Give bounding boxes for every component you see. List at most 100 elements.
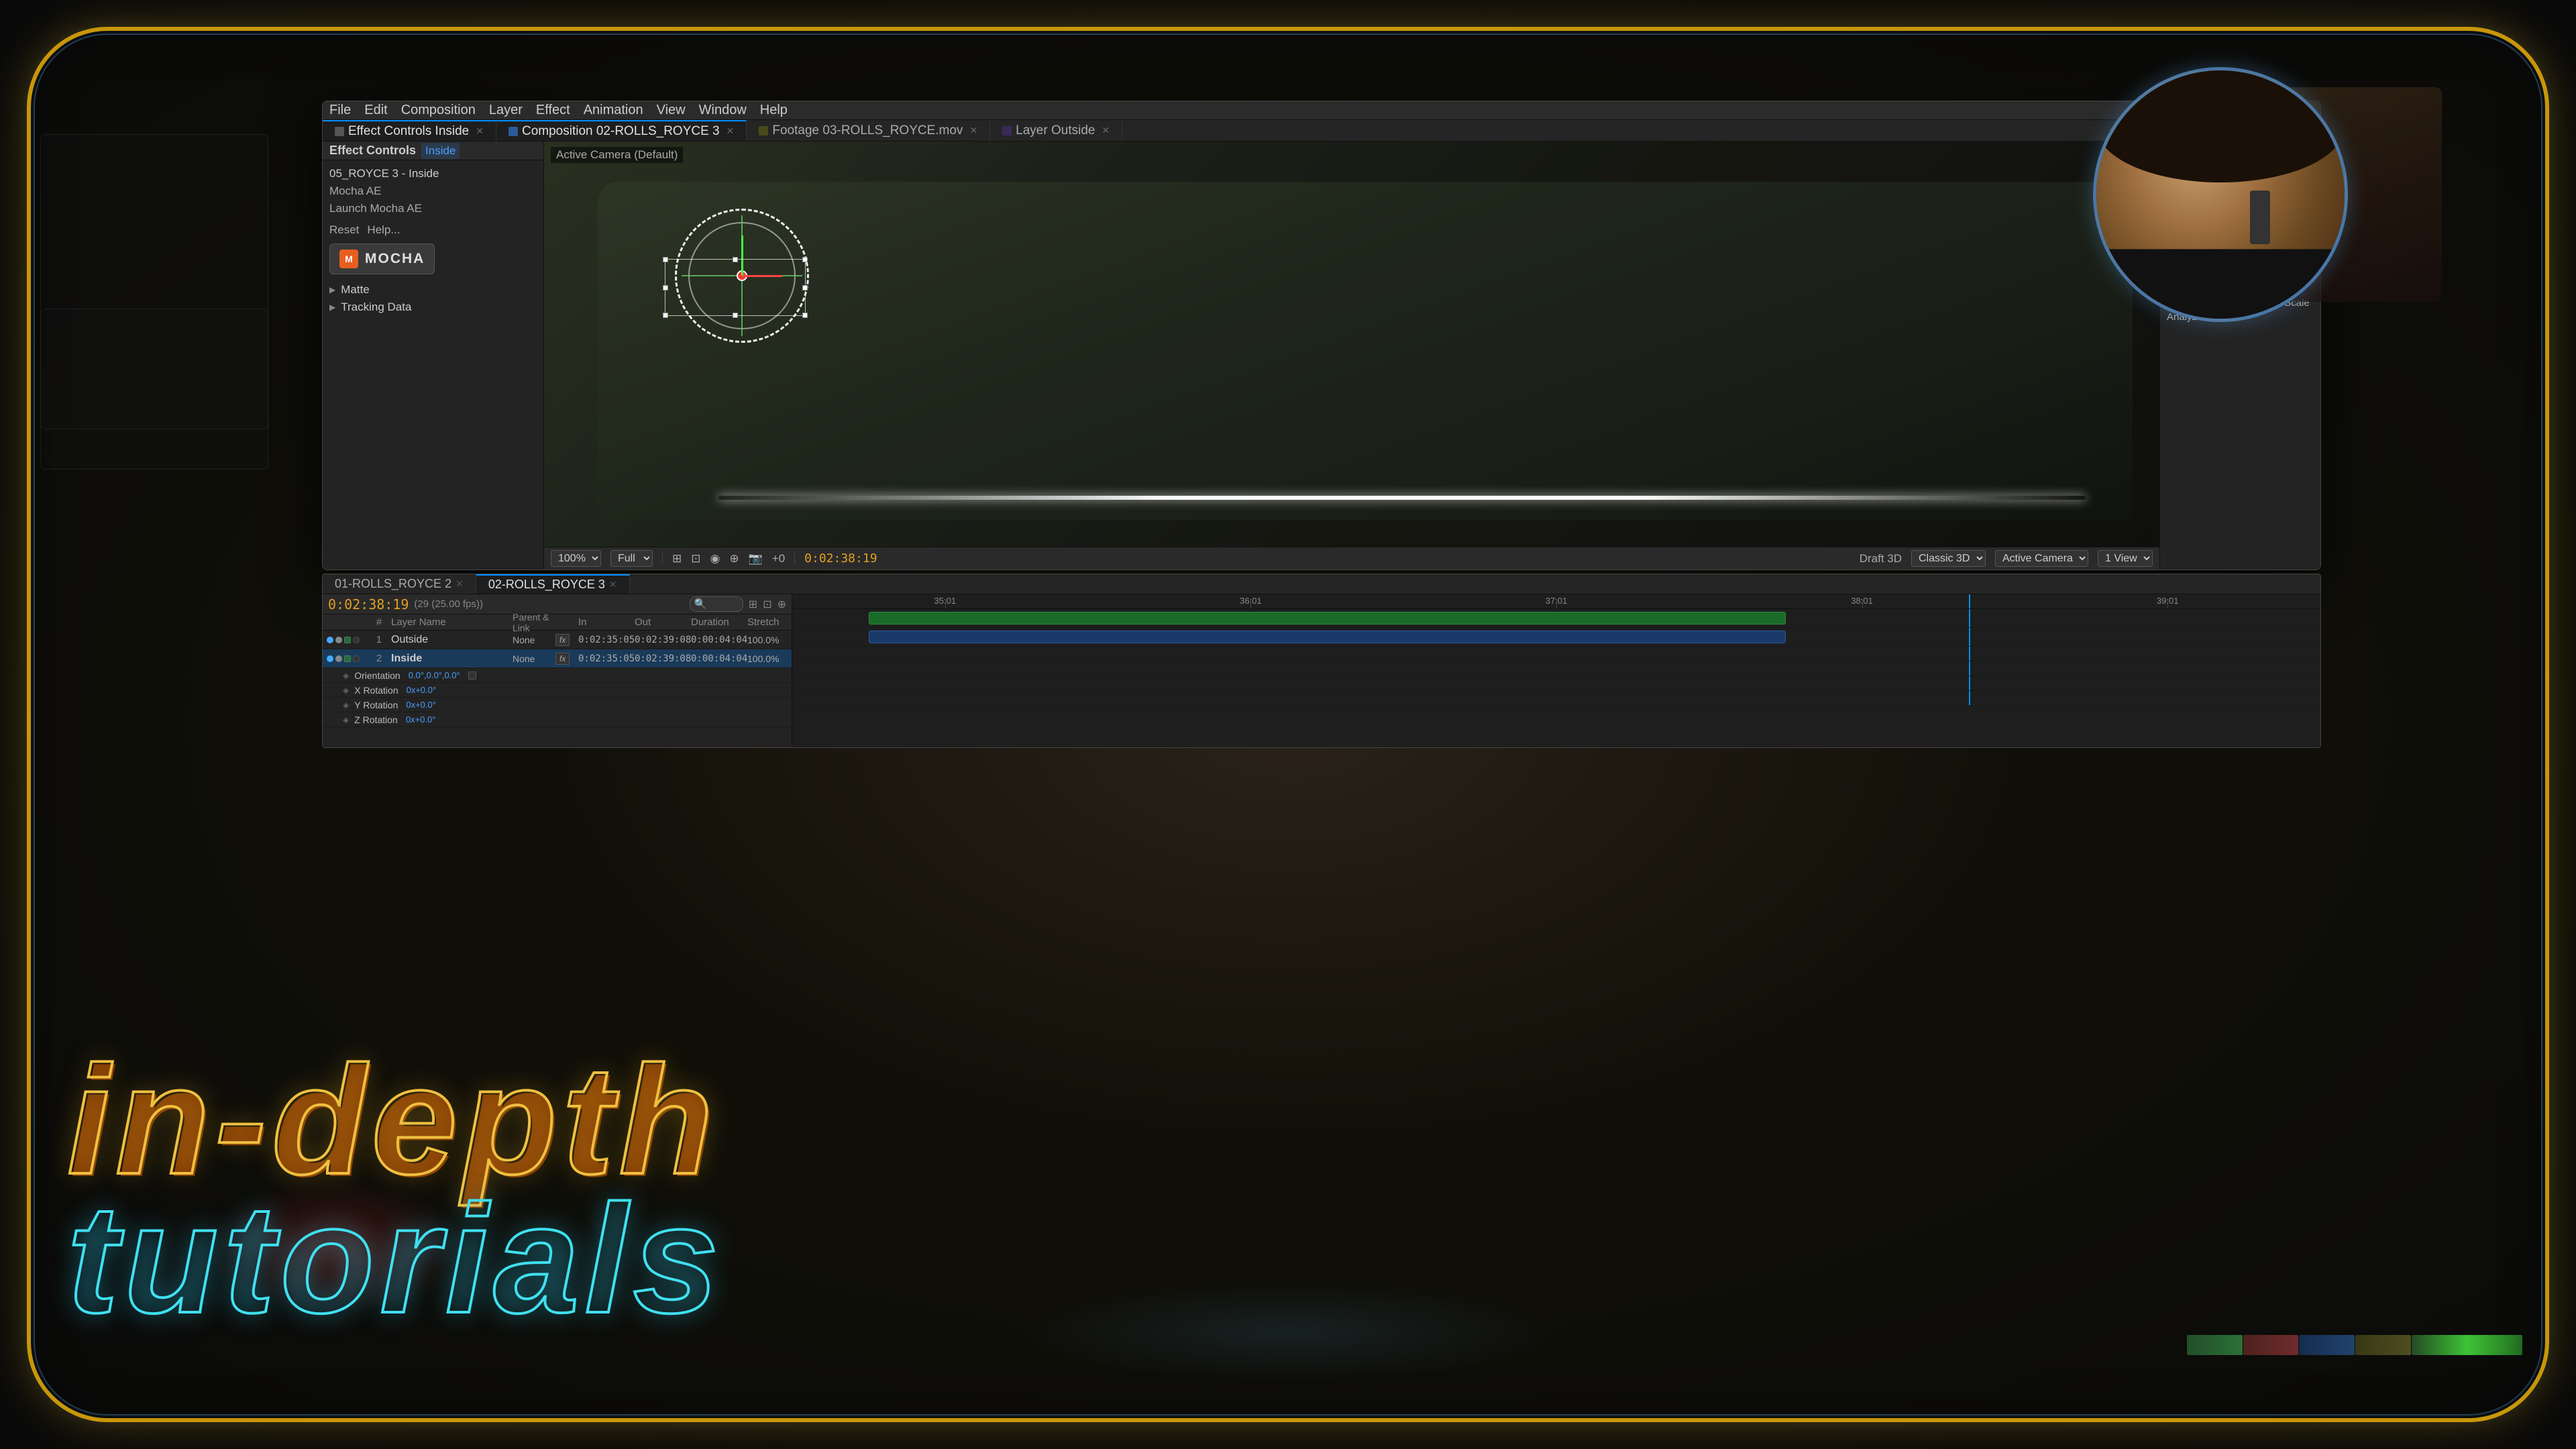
matte-label: Matte — [341, 283, 370, 297]
tab-footage-close[interactable]: ✕ — [969, 125, 977, 136]
layer-parent-1[interactable]: None — [513, 635, 553, 645]
3d-icon-1[interactable] — [344, 637, 351, 643]
timeline-tab-2[interactable]: 02-ROLLS_ROYCE 3 ✕ — [476, 574, 630, 594]
tab-comp-close[interactable]: ✕ — [727, 125, 735, 137]
menu-effect[interactable]: Effect — [536, 103, 570, 118]
matte-arrow: ▶ — [329, 285, 335, 294]
xrot-value[interactable]: 0x+0.0° — [407, 685, 437, 695]
bar-icon-1[interactable]: ⊞ — [672, 552, 682, 566]
menu-window[interactable]: Window — [699, 103, 747, 118]
zoom-select[interactable]: 100% 50% 200% — [551, 550, 601, 567]
menu-composition[interactable]: Composition — [401, 103, 476, 118]
effect-panel-header: Effect Controls Inside — [323, 142, 543, 160]
toolbar-btn-3[interactable]: ⊕ — [777, 598, 786, 611]
layer-search-input[interactable] — [690, 596, 743, 612]
menu-help[interactable]: Help — [760, 103, 788, 118]
layer-row-inside[interactable]: 2 Inside None fx 0:02:35:05 0:02:39:08 0… — [323, 649, 792, 668]
layer-name-row: 05_ROYCE 3 - Inside — [329, 167, 537, 180]
comp-viewer: Active Camera (Default) 100% 50% 200% Fu… — [544, 142, 2159, 570]
mocha-ae-row[interactable]: Mocha AE — [329, 184, 537, 198]
matte-property[interactable]: ▶ Matte — [329, 281, 537, 299]
car-body — [598, 182, 2133, 520]
layer-in-2: 0:02:35:05 — [578, 653, 632, 664]
subprop-zrotation: ◈ Z Rotation 0x+0.0° — [323, 712, 792, 727]
timeline-tab-1[interactable]: 01-ROLLS_ROYCE 2 ✕ — [323, 574, 476, 594]
help-button[interactable]: Help... — [367, 223, 400, 237]
bar-icon-4[interactable]: ⊕ — [729, 552, 739, 566]
bar-icon-5[interactable]: 📷 — [749, 552, 763, 566]
view-mode-select[interactable]: Classic 3D — [1911, 550, 1986, 567]
tab-effect-controls[interactable]: Effect Controls Inside ✕ — [323, 120, 496, 141]
menu-animation[interactable]: Animation — [584, 103, 643, 118]
tab-layer[interactable]: Layer Outside ✕ — [990, 120, 1122, 141]
toolbar-btn-1[interactable]: ⊞ — [749, 598, 757, 611]
tracking-arrow: ▶ — [329, 303, 335, 312]
track-bar-outside[interactable] — [869, 612, 1786, 625]
timeline-area: 01-ROLLS_ROYCE 2 ✕ 02-ROLLS_ROYCE 3 ✕ 0:… — [322, 574, 2321, 748]
orientation-value[interactable]: 0.0°,0.0°,0.0° — [409, 670, 460, 680]
layer-name-inside: Inside — [391, 653, 510, 665]
layout-select[interactable]: 1 View — [2098, 550, 2153, 567]
ruler-label-3: 37:01 — [1546, 596, 1568, 606]
eye-icon-1[interactable] — [327, 637, 333, 643]
effect-panel-title: Effect Controls — [329, 144, 416, 158]
col-parent: Parent & Link — [513, 612, 553, 633]
tab-icon-comp — [508, 127, 518, 136]
bar-icon-2[interactable]: ⊡ — [691, 552, 700, 566]
timeline-tab1-close[interactable]: ✕ — [455, 578, 464, 590]
comp-canvas[interactable]: Active Camera (Default) — [544, 142, 2159, 547]
layer-name-text: 05_ROYCE 3 - Inside — [329, 167, 439, 180]
lock-icon-2[interactable] — [335, 655, 342, 662]
handle-bl — [663, 313, 668, 318]
lock-icon-1[interactable] — [335, 637, 342, 643]
timeline-playhead[interactable] — [1969, 594, 1970, 608]
zrot-value[interactable]: 0x+0.0° — [406, 714, 436, 724]
colorbar-bright-green — [2412, 1335, 2522, 1355]
presenter-hair — [2096, 70, 2345, 182]
track-playhead-sub2 — [1969, 661, 1970, 676]
3d-icon-2[interactable] — [344, 655, 351, 662]
tab-layer-close[interactable]: ✕ — [1102, 125, 1110, 136]
timeline-ruler: 35:01 36:01 37:01 38:01 39:01 — [792, 594, 2320, 609]
quality-select[interactable]: Full Half — [610, 550, 653, 567]
layer-parent-2[interactable]: None — [513, 653, 553, 664]
draft3d-label: Draft 3D — [1860, 552, 1902, 566]
camera-select[interactable]: Active Camera — [1995, 550, 2088, 567]
track-bar-inside[interactable] — [869, 631, 1786, 643]
eye-icon-2[interactable] — [327, 655, 333, 662]
tab-icon-effect — [335, 127, 344, 136]
xrot-icon: ◈ — [343, 686, 349, 695]
tab-icon-layer — [1002, 126, 1012, 136]
menu-file[interactable]: File — [329, 103, 351, 118]
solo-icon-1[interactable] — [353, 637, 360, 643]
layer-out-1: 0:02:39:08 — [635, 635, 688, 645]
bar-icon-3[interactable]: ◉ — [710, 552, 720, 566]
ruler-label-5: 39:01 — [2157, 596, 2179, 606]
launch-mocha-row[interactable]: Launch Mocha AE — [329, 202, 537, 215]
subprop-orientation: ◈ Orientation 0.0°,0.0°,0.0° — [323, 668, 792, 683]
ruler-label-4: 38:01 — [1851, 596, 1873, 606]
timeline-tab1-label: 01-ROLLS_ROYCE 2 — [335, 577, 451, 591]
timeline-tab2-close[interactable]: ✕ — [609, 579, 617, 590]
selection-box — [665, 259, 806, 316]
mocha-logo-icon: M — [339, 250, 358, 268]
toolbar-btn-2[interactable]: ⊡ — [763, 598, 771, 611]
tracking-data-property[interactable]: ▶ Tracking Data — [329, 299, 537, 316]
solo-icon-2[interactable] — [353, 655, 360, 662]
timeline-tabs: 01-ROLLS_ROYCE 2 ✕ 02-ROLLS_ROYCE 3 ✕ — [323, 574, 2320, 594]
reset-button[interactable]: Reset — [329, 223, 359, 237]
tab-effect-close[interactable]: ✕ — [476, 125, 484, 137]
menu-view[interactable]: View — [657, 103, 686, 118]
mocha-ae-label: Mocha AE — [329, 184, 382, 198]
orientation-stopwatch[interactable] — [468, 672, 476, 680]
menu-layer[interactable]: Layer — [489, 103, 523, 118]
mocha-launch-button[interactable]: M MOCHA — [329, 244, 435, 274]
timeline-main: 0:02:38:19 (29 (25.00 fps)) ⊞ ⊡ ⊕ # Laye… — [323, 594, 2320, 747]
tab-comp-label: Composition 02-ROLLS_ROYCE 3 — [522, 124, 720, 139]
tab-composition[interactable]: Composition 02-ROLLS_ROYCE 3 ✕ — [496, 120, 747, 141]
menu-edit[interactable]: Edit — [364, 103, 387, 118]
tab-footage[interactable]: Footage 03-ROLLS_ROYCE.mov ✕ — [747, 120, 990, 141]
yrot-value[interactable]: 0x+0.0° — [406, 700, 436, 710]
layer-out-2: 0:02:39:08 — [635, 653, 688, 664]
layer-row-outside[interactable]: 1 Outside None fx 0:02:35:05 0:02:39:08 … — [323, 631, 792, 649]
